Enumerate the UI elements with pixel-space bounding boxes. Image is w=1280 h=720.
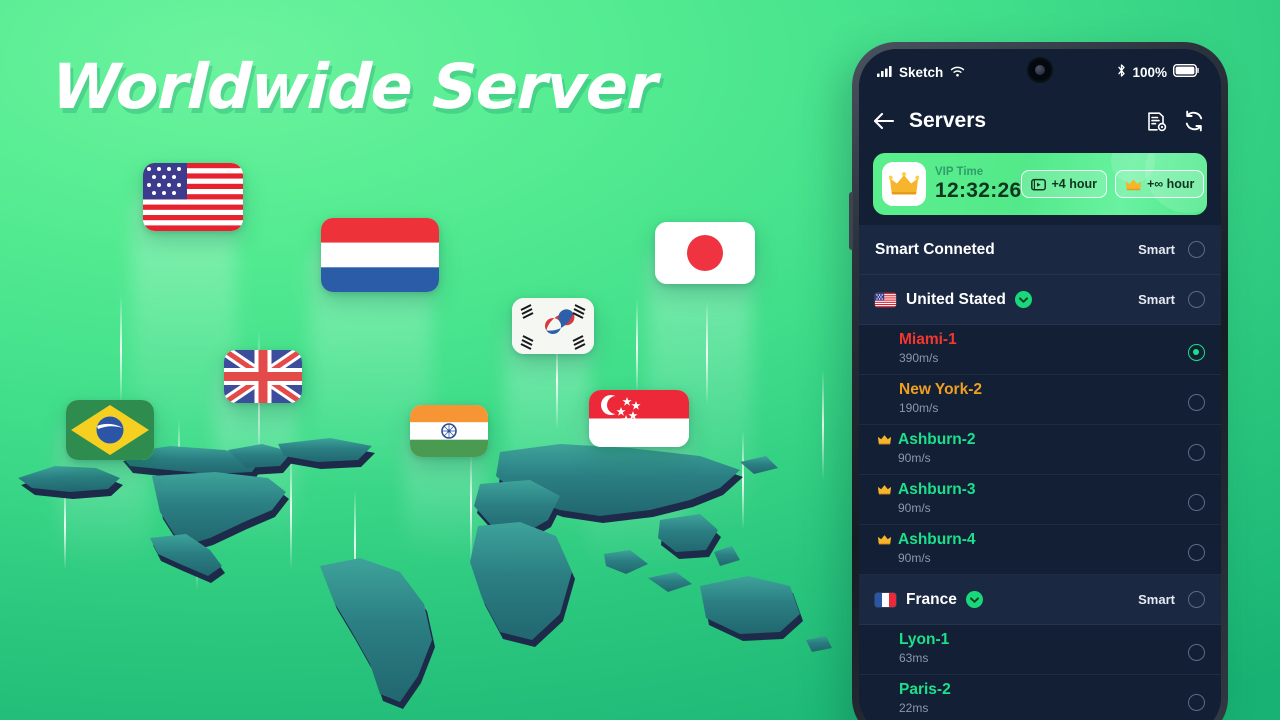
app-bar: Servers (859, 95, 1221, 147)
row-radio[interactable] (1188, 544, 1205, 561)
list-row-server-ashburn-4[interactable]: Ashburn-4 90m/s (859, 525, 1221, 575)
server-ping: 190m/s (899, 401, 939, 415)
list-row-server-ashburn-3[interactable]: Ashburn-3 90m/s (859, 475, 1221, 525)
row-radio[interactable] (1188, 694, 1205, 711)
vip-countdown: 12:32:26 (935, 178, 1022, 202)
battery-percent-label: 100% (1132, 64, 1167, 80)
server-name: New York-2 (899, 381, 982, 398)
list-row-country-united-states[interactable]: United Stated Smart (859, 275, 1221, 325)
server-ping: 90m/s (898, 501, 931, 515)
server-ping: 63ms (899, 651, 929, 665)
chevron-down-icon[interactable] (1014, 291, 1032, 308)
row-label: France (906, 590, 957, 608)
vip-banner-wrapper: VIP Time 12:32:26 +4 hour +∞ hour (859, 147, 1221, 225)
server-name: Lyon-1 (899, 631, 950, 648)
row-radio-selected[interactable] (1188, 344, 1205, 361)
smart-badge: Smart (1138, 242, 1175, 257)
flag-card-japan (655, 222, 755, 284)
row-radio[interactable] (1188, 644, 1205, 661)
server-name: Ashburn-2 (898, 431, 976, 448)
row-radio[interactable] (1188, 591, 1205, 608)
list-row-server-lyon-1[interactable]: Lyon-1 63ms (859, 625, 1221, 675)
app-bar-title: Servers (909, 109, 987, 132)
smart-badge: Smart (1138, 592, 1175, 607)
vip-banner[interactable]: VIP Time 12:32:26 +4 hour +∞ hour (873, 153, 1207, 215)
back-arrow-icon[interactable] (873, 112, 895, 130)
row-label: United Stated (906, 290, 1006, 308)
server-name: Paris-2 (899, 681, 951, 698)
server-name: Ashburn-4 (898, 531, 976, 548)
video-ad-icon (1031, 178, 1047, 191)
list-row-country-france[interactable]: France Smart (859, 575, 1221, 625)
flag-card-south-korea (512, 298, 594, 354)
crown-icon (877, 434, 892, 447)
world-map (0, 420, 850, 720)
camera-notch (1027, 57, 1053, 83)
refresh-icon[interactable] (1183, 110, 1205, 132)
row-radio[interactable] (1188, 494, 1205, 511)
flag-icon-us (875, 292, 896, 307)
server-ping: 22ms (899, 701, 929, 715)
vip-add-unlimited-hour-label: +∞ hour (1146, 177, 1195, 191)
smart-badge: Smart (1138, 292, 1175, 307)
flag-icon-fr (875, 592, 896, 607)
server-name: Miami-1 (899, 331, 957, 348)
list-row-smart-connected[interactable]: Smart Conneted Smart (859, 225, 1221, 275)
battery-full-icon (1172, 63, 1199, 80)
vip-add-4-hour-label: +4 hour (1051, 177, 1097, 191)
crown-icon (877, 484, 892, 497)
flag-card-brazil (66, 400, 154, 460)
server-ping: 390m/s (899, 351, 939, 365)
flag-card-india (410, 405, 488, 457)
vip-add-unlimited-hour-button[interactable]: +∞ hour (1114, 170, 1205, 198)
crown-icon (877, 534, 892, 547)
wifi-icon (950, 65, 965, 80)
server-location-icon[interactable] (1146, 111, 1167, 132)
page-title: Worldwide Server (50, 50, 658, 123)
vip-add-4-hour-button[interactable]: +4 hour (1021, 170, 1107, 198)
server-list: Smart Conneted Smart United Stated Smart… (859, 225, 1221, 720)
row-radio[interactable] (1188, 394, 1205, 411)
server-name: Ashburn-3 (898, 481, 976, 498)
signal-bars-icon (877, 65, 892, 80)
phone-mockup: Sketch 100% Servers VIP Time 12:32:26 +4… (849, 42, 1228, 720)
crown-icon (1125, 178, 1142, 191)
row-radio[interactable] (1188, 241, 1205, 258)
list-row-server-ashburn-2[interactable]: Ashburn-2 90m/s (859, 425, 1221, 475)
list-row-server-paris-2[interactable]: Paris-2 22ms (859, 675, 1221, 720)
flag-card-united-states (143, 163, 243, 231)
phone-screen: Sketch 100% Servers VIP Time 12:32:26 +4… (859, 49, 1221, 720)
chevron-down-icon[interactable] (965, 591, 983, 608)
row-label: Smart Conneted (875, 240, 995, 258)
row-radio[interactable] (1188, 291, 1205, 308)
list-row-server-new-york-2[interactable]: New York-2 190m/s (859, 375, 1221, 425)
row-radio[interactable] (1188, 444, 1205, 461)
server-ping: 90m/s (898, 551, 931, 565)
vip-time-label: VIP Time (935, 165, 984, 178)
flag-card-united-kingdom (224, 350, 302, 403)
carrier-label: Sketch (899, 64, 944, 80)
status-bar: Sketch 100% (859, 49, 1221, 95)
bluetooth-icon (1117, 64, 1126, 80)
flag-card-netherlands (321, 218, 439, 292)
crown-icon (882, 162, 926, 206)
flag-card-singapore (589, 390, 689, 447)
server-ping: 90m/s (898, 451, 931, 465)
list-row-server-miami-1[interactable]: Miami-1 390m/s (859, 325, 1221, 375)
